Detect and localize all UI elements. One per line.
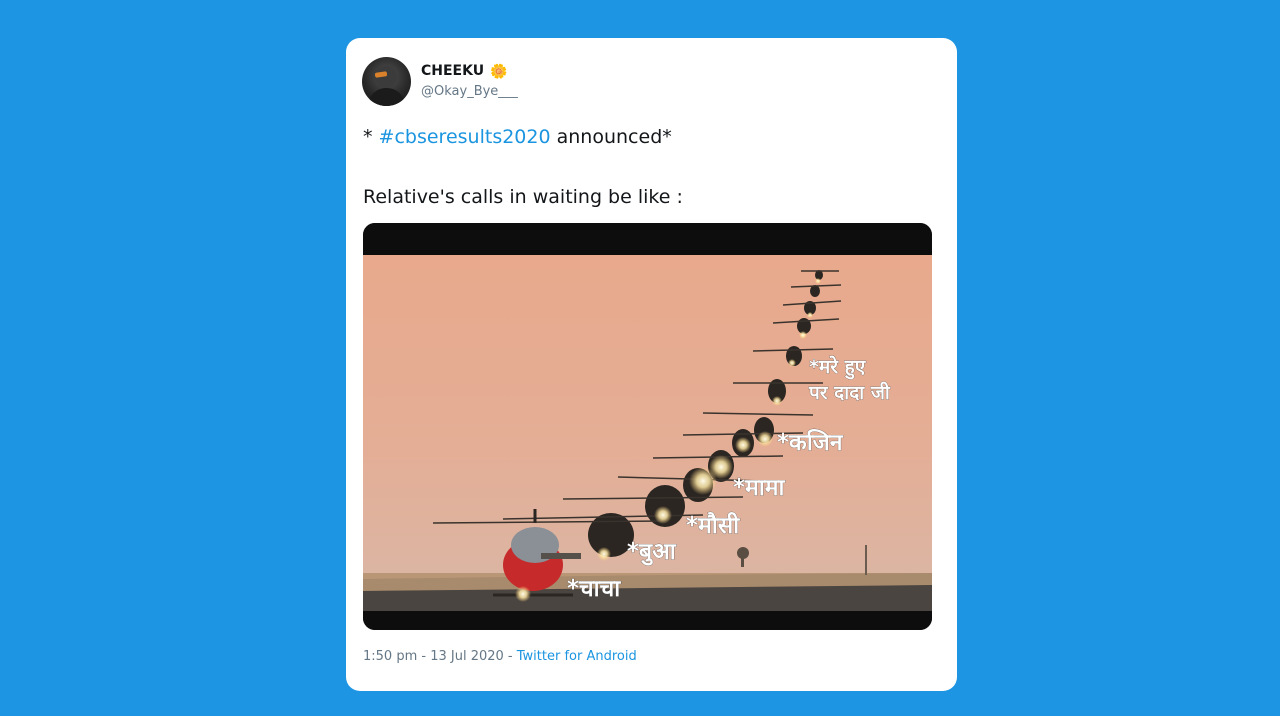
meta-separator: - [503, 649, 517, 664]
label-dead-line-2: पर दादा जी [808, 381, 891, 404]
label-mama: *मामा [733, 475, 785, 501]
hashtag-link[interactable]: #cbseresults2020 [379, 126, 551, 148]
label-chacha: *चाचा [567, 576, 621, 602]
source-link[interactable]: Twitter for Android [517, 649, 637, 664]
label-dead-line-1: *मरे हुए [809, 355, 867, 380]
avatar[interactable] [362, 57, 411, 106]
tweet-text: * #cbseresults2020 announced* Relative's… [363, 124, 943, 210]
label-cousin: *कजिन [777, 428, 844, 456]
author-name[interactable]: CHEEKU 🌼 [421, 63, 508, 80]
author-name-text[interactable]: CHEEKU [421, 63, 484, 79]
timestamp[interactable]: 1:50 pm - 13 Jul 2020 [363, 649, 504, 664]
text-suffix: announced* [550, 126, 672, 148]
author-handle[interactable]: @Okay_Bye___ [421, 84, 518, 99]
label-mausi: *मौसी [686, 511, 740, 539]
tweet-meta: 1:50 pm - 13 Jul 2020 - Twitter for Andr… [363, 649, 637, 664]
tweet-line-1: * #cbseresults2020 announced* [363, 124, 943, 150]
text-prefix: * [363, 126, 379, 148]
tweet-media-image[interactable]: *चाचा *बुआ *मौसी *मामा *कजिन *मरे हुए पर… [363, 223, 932, 630]
flower-emoji-icon: 🌼 [490, 64, 508, 80]
helicopter-photo: *चाचा *बुआ *मौसी *मामा *कजिन *मरे हुए पर… [363, 223, 932, 630]
avatar-body [368, 88, 405, 106]
label-bua: *बुआ [627, 539, 677, 566]
tweet-line-2: Relative's calls in waiting be like : [363, 186, 683, 208]
tweet-card: CHEEKU 🌼 @Okay_Bye___ * #cbseresults2020 … [346, 38, 957, 691]
